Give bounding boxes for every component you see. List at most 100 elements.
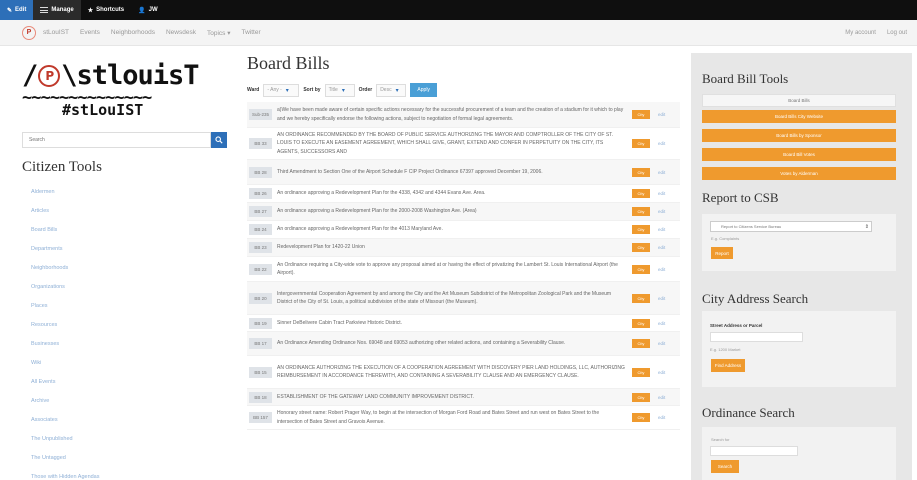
bill-number-badge[interactable]: Sub-235 bbox=[249, 109, 272, 120]
site-logo-icon[interactable]: P bbox=[22, 25, 36, 40]
bill-title[interactable]: Third Amendment to Section One of the Ai… bbox=[277, 168, 626, 176]
bill-edit-link[interactable]: edit bbox=[658, 296, 665, 301]
bill-number-badge[interactable]: BB 23 bbox=[249, 242, 272, 253]
bill-edit-link[interactable]: edit bbox=[658, 395, 665, 400]
bill-title[interactable]: Honorary street name: Robert Prager Way,… bbox=[277, 409, 626, 426]
bill-edit-link[interactable]: edit bbox=[658, 170, 665, 175]
citizen-tools-item[interactable]: Resources bbox=[22, 315, 234, 334]
citizen-tools-item[interactable]: The Untagged bbox=[22, 448, 234, 467]
nav-newsdesk-link[interactable]: Newsdesk bbox=[166, 29, 196, 37]
bill-title[interactable]: ESTABLISHMENT OF THE GATEWAY LAND COMMUN… bbox=[277, 393, 626, 401]
admin-manage-button[interactable]: Manage bbox=[33, 0, 81, 20]
my-account-link[interactable]: My account bbox=[845, 30, 876, 36]
bill-edit-link[interactable]: edit bbox=[658, 370, 665, 375]
citizen-tools-item[interactable]: Aldermen bbox=[22, 182, 234, 201]
bill-city-button[interactable]: City bbox=[632, 293, 650, 303]
citizen-tools-item[interactable]: Wiki bbox=[22, 353, 234, 372]
citizen-tools-item[interactable]: All Events bbox=[22, 372, 234, 391]
bill-number-badge[interactable]: BB 19 bbox=[249, 317, 272, 329]
citizen-tools-item[interactable]: Places bbox=[22, 296, 234, 315]
bill-title[interactable]: Sinner DeBelivere Cabin Tract Parkview H… bbox=[277, 319, 626, 327]
stlouist-logo[interactable]: / P \stlouisT ~~~~~~~~~~~~~~ #stLouIST bbox=[22, 60, 234, 119]
citizen-tools-item[interactable]: The Unpublished bbox=[22, 429, 234, 448]
citizen-tools-item[interactable]: Associates bbox=[22, 410, 234, 429]
bill-edit-link[interactable]: edit bbox=[658, 267, 665, 272]
votes-by-alderman-button[interactable]: Votes by Alderman bbox=[702, 167, 896, 180]
ordinance-search-button[interactable]: Search bbox=[711, 460, 739, 473]
nav-events-link[interactable]: Events bbox=[80, 29, 100, 37]
bill-city-button[interactable]: City bbox=[632, 167, 650, 177]
bill-city-button[interactable]: City bbox=[632, 392, 650, 402]
sort-by-select[interactable]: Title ▾ bbox=[324, 83, 355, 97]
bill-edit-link[interactable]: edit bbox=[658, 227, 665, 232]
apply-button[interactable]: Apply bbox=[410, 83, 438, 97]
bill-city-button[interactable]: City bbox=[632, 264, 650, 274]
bill-number-badge[interactable]: BB 24 bbox=[249, 224, 272, 235]
bill-title[interactable]: Redevelopment Plan for 1420-22 Union bbox=[277, 243, 626, 251]
bill-edit-link[interactable]: edit bbox=[658, 245, 665, 250]
board-bills-button[interactable]: Board Bills bbox=[702, 94, 896, 107]
bill-edit-link[interactable]: edit bbox=[658, 321, 665, 326]
bill-edit-link[interactable]: edit bbox=[658, 415, 665, 420]
bill-title[interactable]: An ordinance approving a Redevelopment P… bbox=[277, 225, 626, 233]
ordinance-search-input[interactable] bbox=[710, 446, 798, 456]
bill-edit-link[interactable]: edit bbox=[658, 341, 665, 346]
bill-edit-link[interactable]: edit bbox=[658, 191, 665, 196]
citizen-tools-item[interactable]: Those with Hidden Agendas bbox=[22, 467, 234, 480]
bill-city-button[interactable]: City bbox=[632, 318, 650, 328]
board-bill-votes-button[interactable]: Board Bill Votes bbox=[702, 148, 896, 161]
bill-title[interactable]: AN ORDINANCE AUTHORIZING THE EXECUTION O… bbox=[277, 364, 626, 381]
bill-city-button[interactable]: City bbox=[632, 189, 650, 198]
bill-city-button[interactable]: City bbox=[632, 243, 650, 252]
nav-topics-link[interactable]: Topics ▾ bbox=[207, 29, 231, 37]
bill-title[interactable]: An Ordinance requiring a City-wide vote … bbox=[277, 261, 626, 278]
bill-city-button[interactable]: City bbox=[632, 339, 650, 348]
bill-number-badge[interactable]: BB 17 bbox=[249, 338, 272, 349]
citizen-tools-item[interactable]: Archive bbox=[22, 391, 234, 410]
citizen-tools-item[interactable]: Board Bills bbox=[22, 220, 234, 239]
bill-title[interactable]: An ordinance approving a Redevelopment P… bbox=[277, 207, 626, 215]
admin-edit-button[interactable]: ✎ Edit bbox=[0, 0, 34, 20]
bill-city-button[interactable]: City bbox=[632, 110, 650, 119]
order-select[interactable]: Desc ▾ bbox=[376, 83, 407, 97]
report-button[interactable]: Report bbox=[711, 247, 733, 259]
board-bills-city-website-button[interactable]: Board Bills City Website bbox=[702, 110, 896, 123]
bill-title[interactable]: An Ordinance Amending Ordinance Nos. 690… bbox=[277, 339, 626, 347]
bill-number-badge[interactable]: BB 28 bbox=[249, 166, 272, 178]
bill-edit-link[interactable]: edit bbox=[658, 209, 665, 214]
bill-city-button[interactable]: City bbox=[632, 225, 650, 234]
bill-number-badge[interactable]: BB 26 bbox=[249, 188, 272, 199]
nav-neighborhoods-link[interactable]: Neighborhoods bbox=[111, 29, 155, 37]
bill-number-badge[interactable]: BB 157 bbox=[249, 412, 272, 423]
bill-city-button[interactable]: City bbox=[632, 413, 650, 422]
board-bills-by-sponsor-button[interactable]: Board Bills by Sponsor bbox=[702, 129, 896, 142]
find-address-button[interactable]: Find Address bbox=[711, 359, 745, 372]
bill-title[interactable]: AN ORDINANCE RECOMMENDED BY THE BOARD OF… bbox=[277, 131, 626, 156]
admin-user-button[interactable]: 👤 JW bbox=[131, 0, 164, 20]
bill-title[interactable]: Intergovernmental Cooperation Agreement … bbox=[277, 290, 626, 307]
bill-number-badge[interactable]: BB 22 bbox=[249, 263, 272, 275]
bill-edit-link[interactable]: edit bbox=[658, 112, 665, 117]
citizen-tools-item[interactable]: Articles bbox=[22, 201, 234, 220]
bill-number-badge[interactable]: BB 27 bbox=[249, 206, 272, 217]
bill-number-badge[interactable]: BB 18 bbox=[249, 391, 272, 403]
citizen-tools-item[interactable]: Organizations bbox=[22, 277, 234, 296]
bill-city-button[interactable]: City bbox=[632, 367, 650, 377]
bill-number-badge[interactable]: BB 20 bbox=[249, 292, 272, 304]
citizen-tools-item[interactable]: Neighborhoods bbox=[22, 258, 234, 277]
bill-title[interactable]: a)We have been made aware of certain spe… bbox=[277, 106, 626, 123]
bill-city-button[interactable]: City bbox=[632, 139, 650, 148]
bill-number-badge[interactable]: BB 33 bbox=[249, 138, 272, 149]
admin-shortcuts-button[interactable]: ★ Shortcuts bbox=[81, 0, 131, 20]
bill-number-badge[interactable]: BB 15 bbox=[249, 366, 272, 378]
citizen-tools-item[interactable]: Businesses bbox=[22, 334, 234, 353]
bill-city-button[interactable]: City bbox=[632, 207, 650, 216]
street-address-input[interactable] bbox=[710, 332, 803, 342]
nav-home-link[interactable]: stLouIST bbox=[43, 29, 69, 37]
bill-title[interactable]: An ordinance approving a Redevelopment P… bbox=[277, 189, 626, 197]
search-button[interactable] bbox=[211, 132, 227, 148]
ward-select[interactable]: - Any - ▾ bbox=[263, 83, 300, 97]
log-out-link[interactable]: Log out bbox=[887, 30, 907, 36]
citizen-tools-item[interactable]: Departments bbox=[22, 239, 234, 258]
csb-report-select[interactable]: Report to Citizens Service Bureau ⇕ bbox=[710, 221, 872, 232]
